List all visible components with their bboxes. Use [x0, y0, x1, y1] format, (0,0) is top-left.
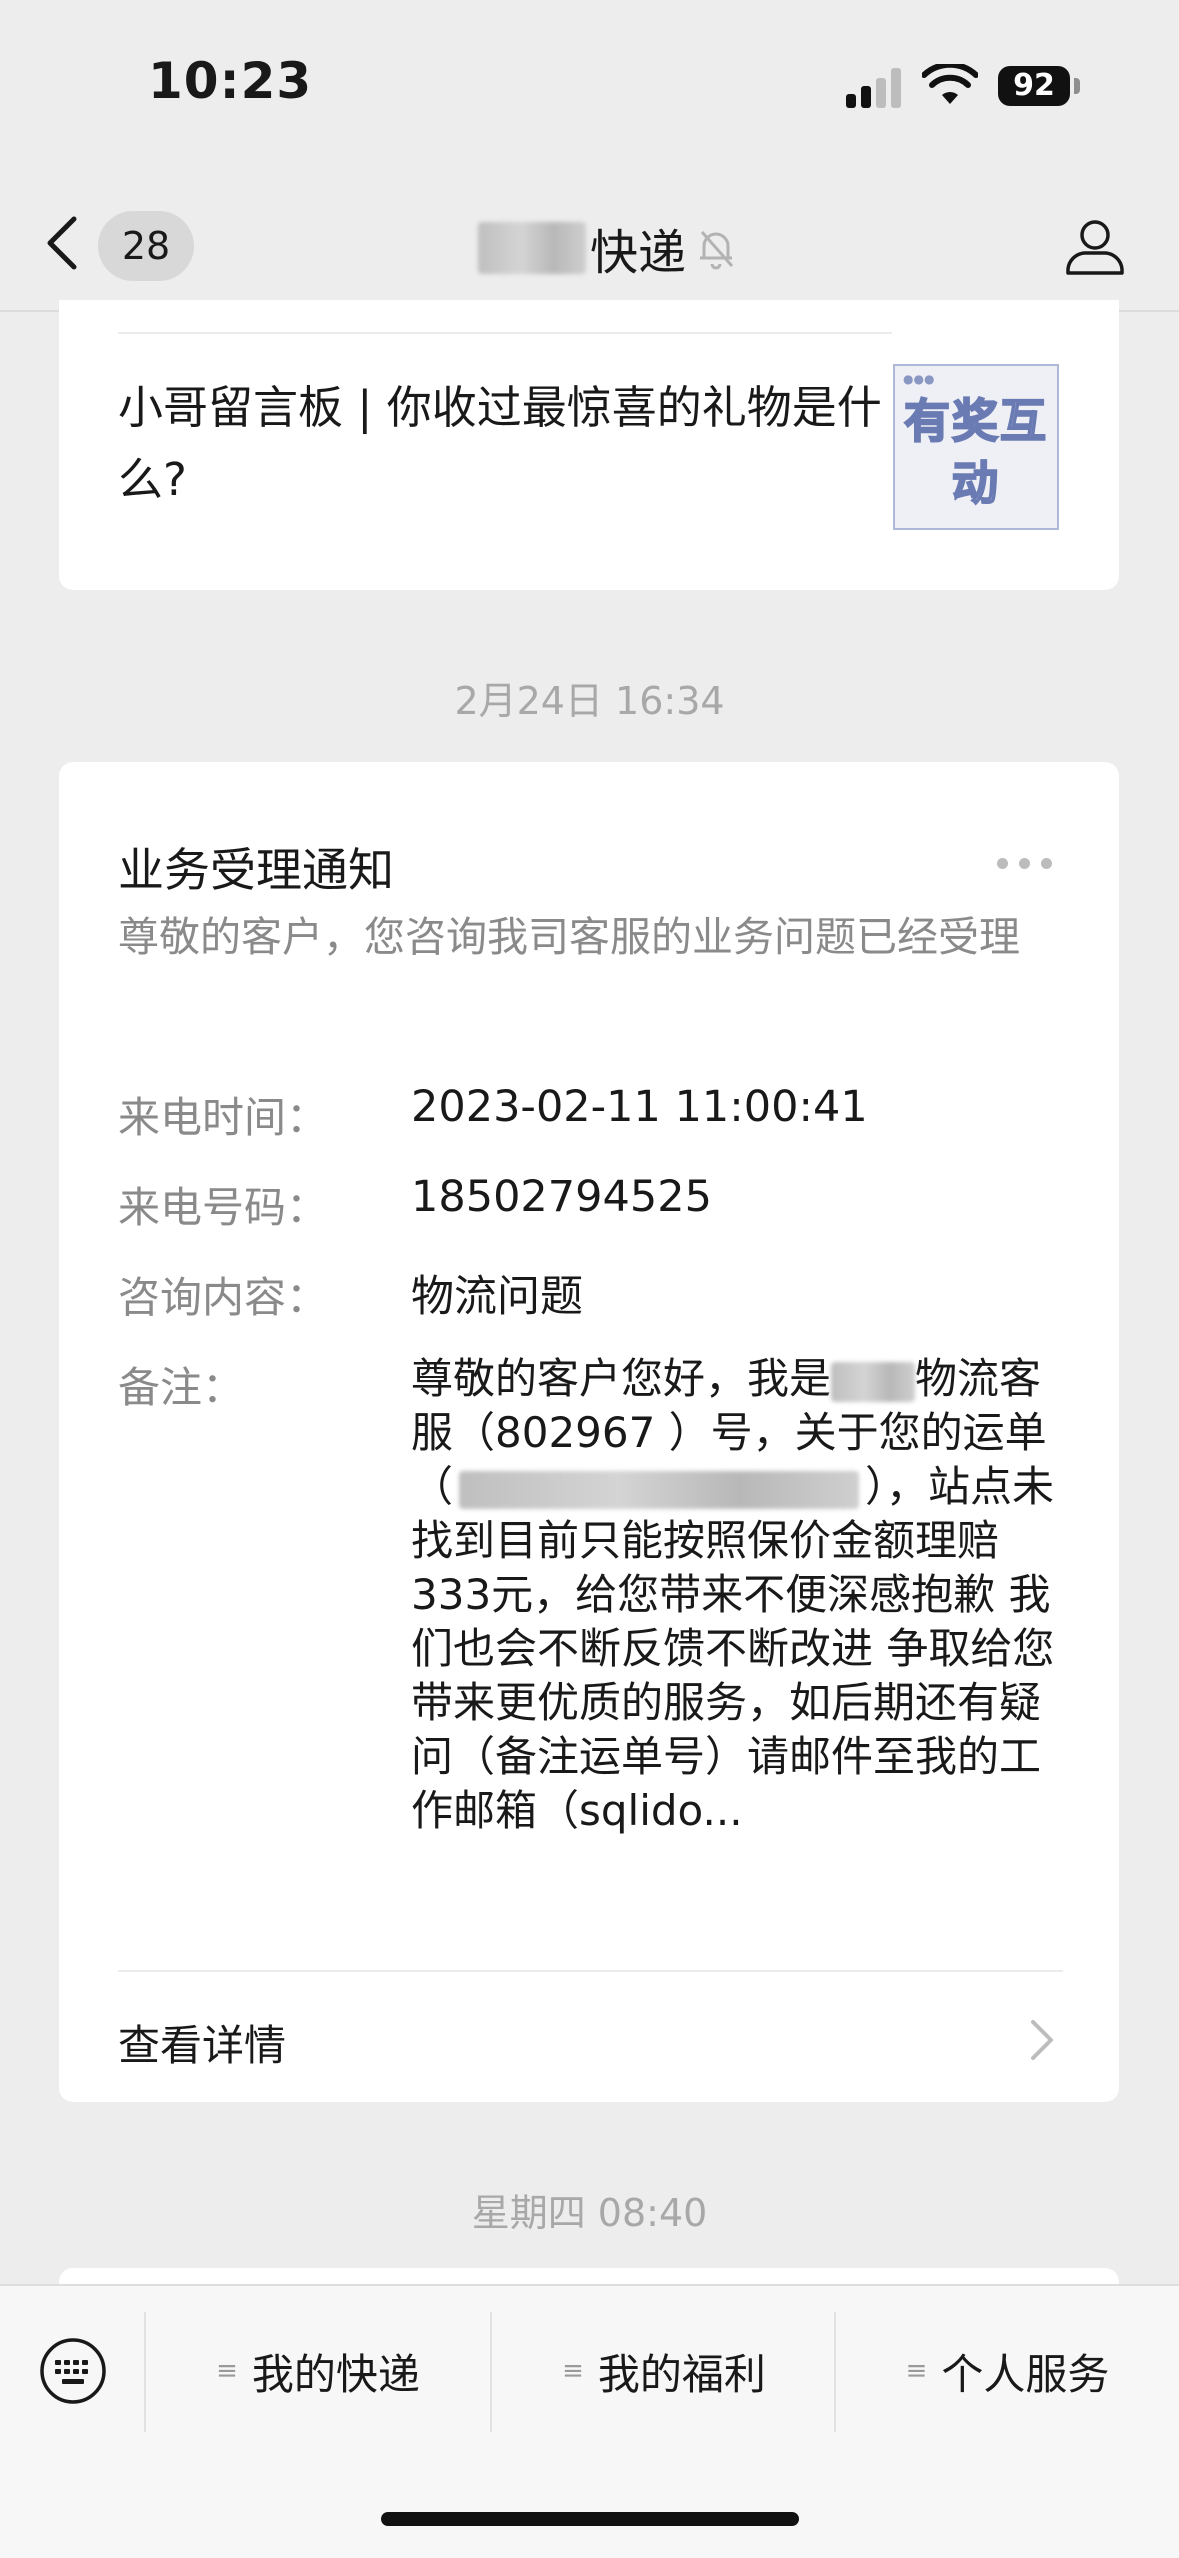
status-bar: 10:23 92 — [0, 0, 1179, 175]
menu-list-icon: ≡ — [562, 2356, 584, 2386]
article-card[interactable]: 小哥留言板 | 你收过最惊喜的礼物是什么? ●●● 有奖互动 — [59, 300, 1119, 590]
view-details-label: 查看详情 — [118, 2021, 287, 2070]
notice-description: 尊敬的客户，您咨询我司客服的业务问题已经受理 — [118, 913, 1020, 961]
article-thumbnail[interactable]: ●●● 有奖互动 — [893, 364, 1059, 530]
call-time-value: 2023-02-11 11:00:41 — [411, 1082, 868, 1132]
home-indicator[interactable] — [381, 2512, 799, 2526]
battery-indicator: 92 — [998, 66, 1070, 106]
remark-text: 尊敬的客户您好，我是 物流客服（802967 ）号，关于您的运单（ ），站点未找到目… — [411, 1352, 1081, 1838]
battery-nub — [1074, 78, 1080, 94]
cellular-signal-icon — [846, 66, 904, 108]
article-divider — [118, 332, 892, 334]
window-dots-icon: ●●● — [903, 372, 935, 386]
message-timestamp: 2月24日 16:34 — [454, 679, 725, 723]
wifi-icon — [922, 64, 978, 104]
back-chevron-icon[interactable] — [42, 215, 82, 271]
call-number-label: 来电号码： — [118, 1183, 329, 1232]
view-details-link[interactable]: 查看详情 — [59, 1972, 1119, 2102]
remark-text-part1: 尊敬的客户您好，我是 — [411, 1354, 832, 1403]
menu-label: 我的快递 — [251, 2349, 420, 2399]
mute-bell-icon — [700, 231, 734, 270]
redacted-name — [478, 222, 586, 274]
inquiry-content-label: 咨询内容： — [118, 1273, 329, 1322]
chat-title-text: 快递 — [590, 225, 687, 281]
unread-count-badge[interactable]: 28 — [98, 211, 194, 281]
article-title[interactable]: 小哥留言板 | 你收过最惊喜的礼物是什么? — [118, 372, 898, 516]
menu-list-icon: ≡ — [216, 2356, 238, 2386]
message-timestamp: 星期四 08:40 — [471, 2191, 708, 2235]
menu-label: 个人服务 — [941, 2349, 1110, 2399]
more-options-icon[interactable] — [997, 858, 1053, 872]
redacted-waybill-number — [459, 1470, 860, 1509]
profile-icon[interactable] — [1064, 215, 1126, 277]
menu-label: 我的福利 — [597, 2349, 766, 2399]
remark-label: 备注： — [118, 1363, 245, 1412]
status-time: 10:23 — [148, 52, 313, 110]
menu-list-icon: ≡ — [905, 2356, 928, 2386]
inquiry-content-value: 物流问题 — [411, 1272, 583, 1322]
redacted-company — [831, 1361, 916, 1402]
keyboard-toggle-icon[interactable] — [38, 2336, 108, 2406]
call-number-value[interactable]: 18502794525 — [411, 1172, 712, 1222]
notice-title: 业务受理通知 — [118, 843, 394, 897]
chat-title: 快递 — [478, 213, 736, 283]
chevron-right-icon — [1031, 2020, 1053, 2060]
chat-nav-bar: 28 快递 — [0, 175, 1179, 312]
menu-my-express[interactable]: ≡ 我的快递 — [146, 2316, 490, 2426]
call-time-label: 来电时间： — [118, 1093, 329, 1142]
remark-text-part3: ），站点未找到目前只能按照保价金额理赔 333元，给您带来不便深感抱歉 我们也会… — [411, 1462, 1055, 1835]
thumbnail-text: 有奖互动 — [903, 393, 1048, 511]
service-notice-card: 业务受理通知 尊敬的客户，您咨询我司客服的业务问题已经受理 来电时间： 2023… — [59, 762, 1119, 2102]
menu-personal-service[interactable]: ≡ 个人服务 — [836, 2316, 1179, 2426]
menu-my-benefits[interactable]: ≡ 我的福利 — [492, 2316, 836, 2426]
